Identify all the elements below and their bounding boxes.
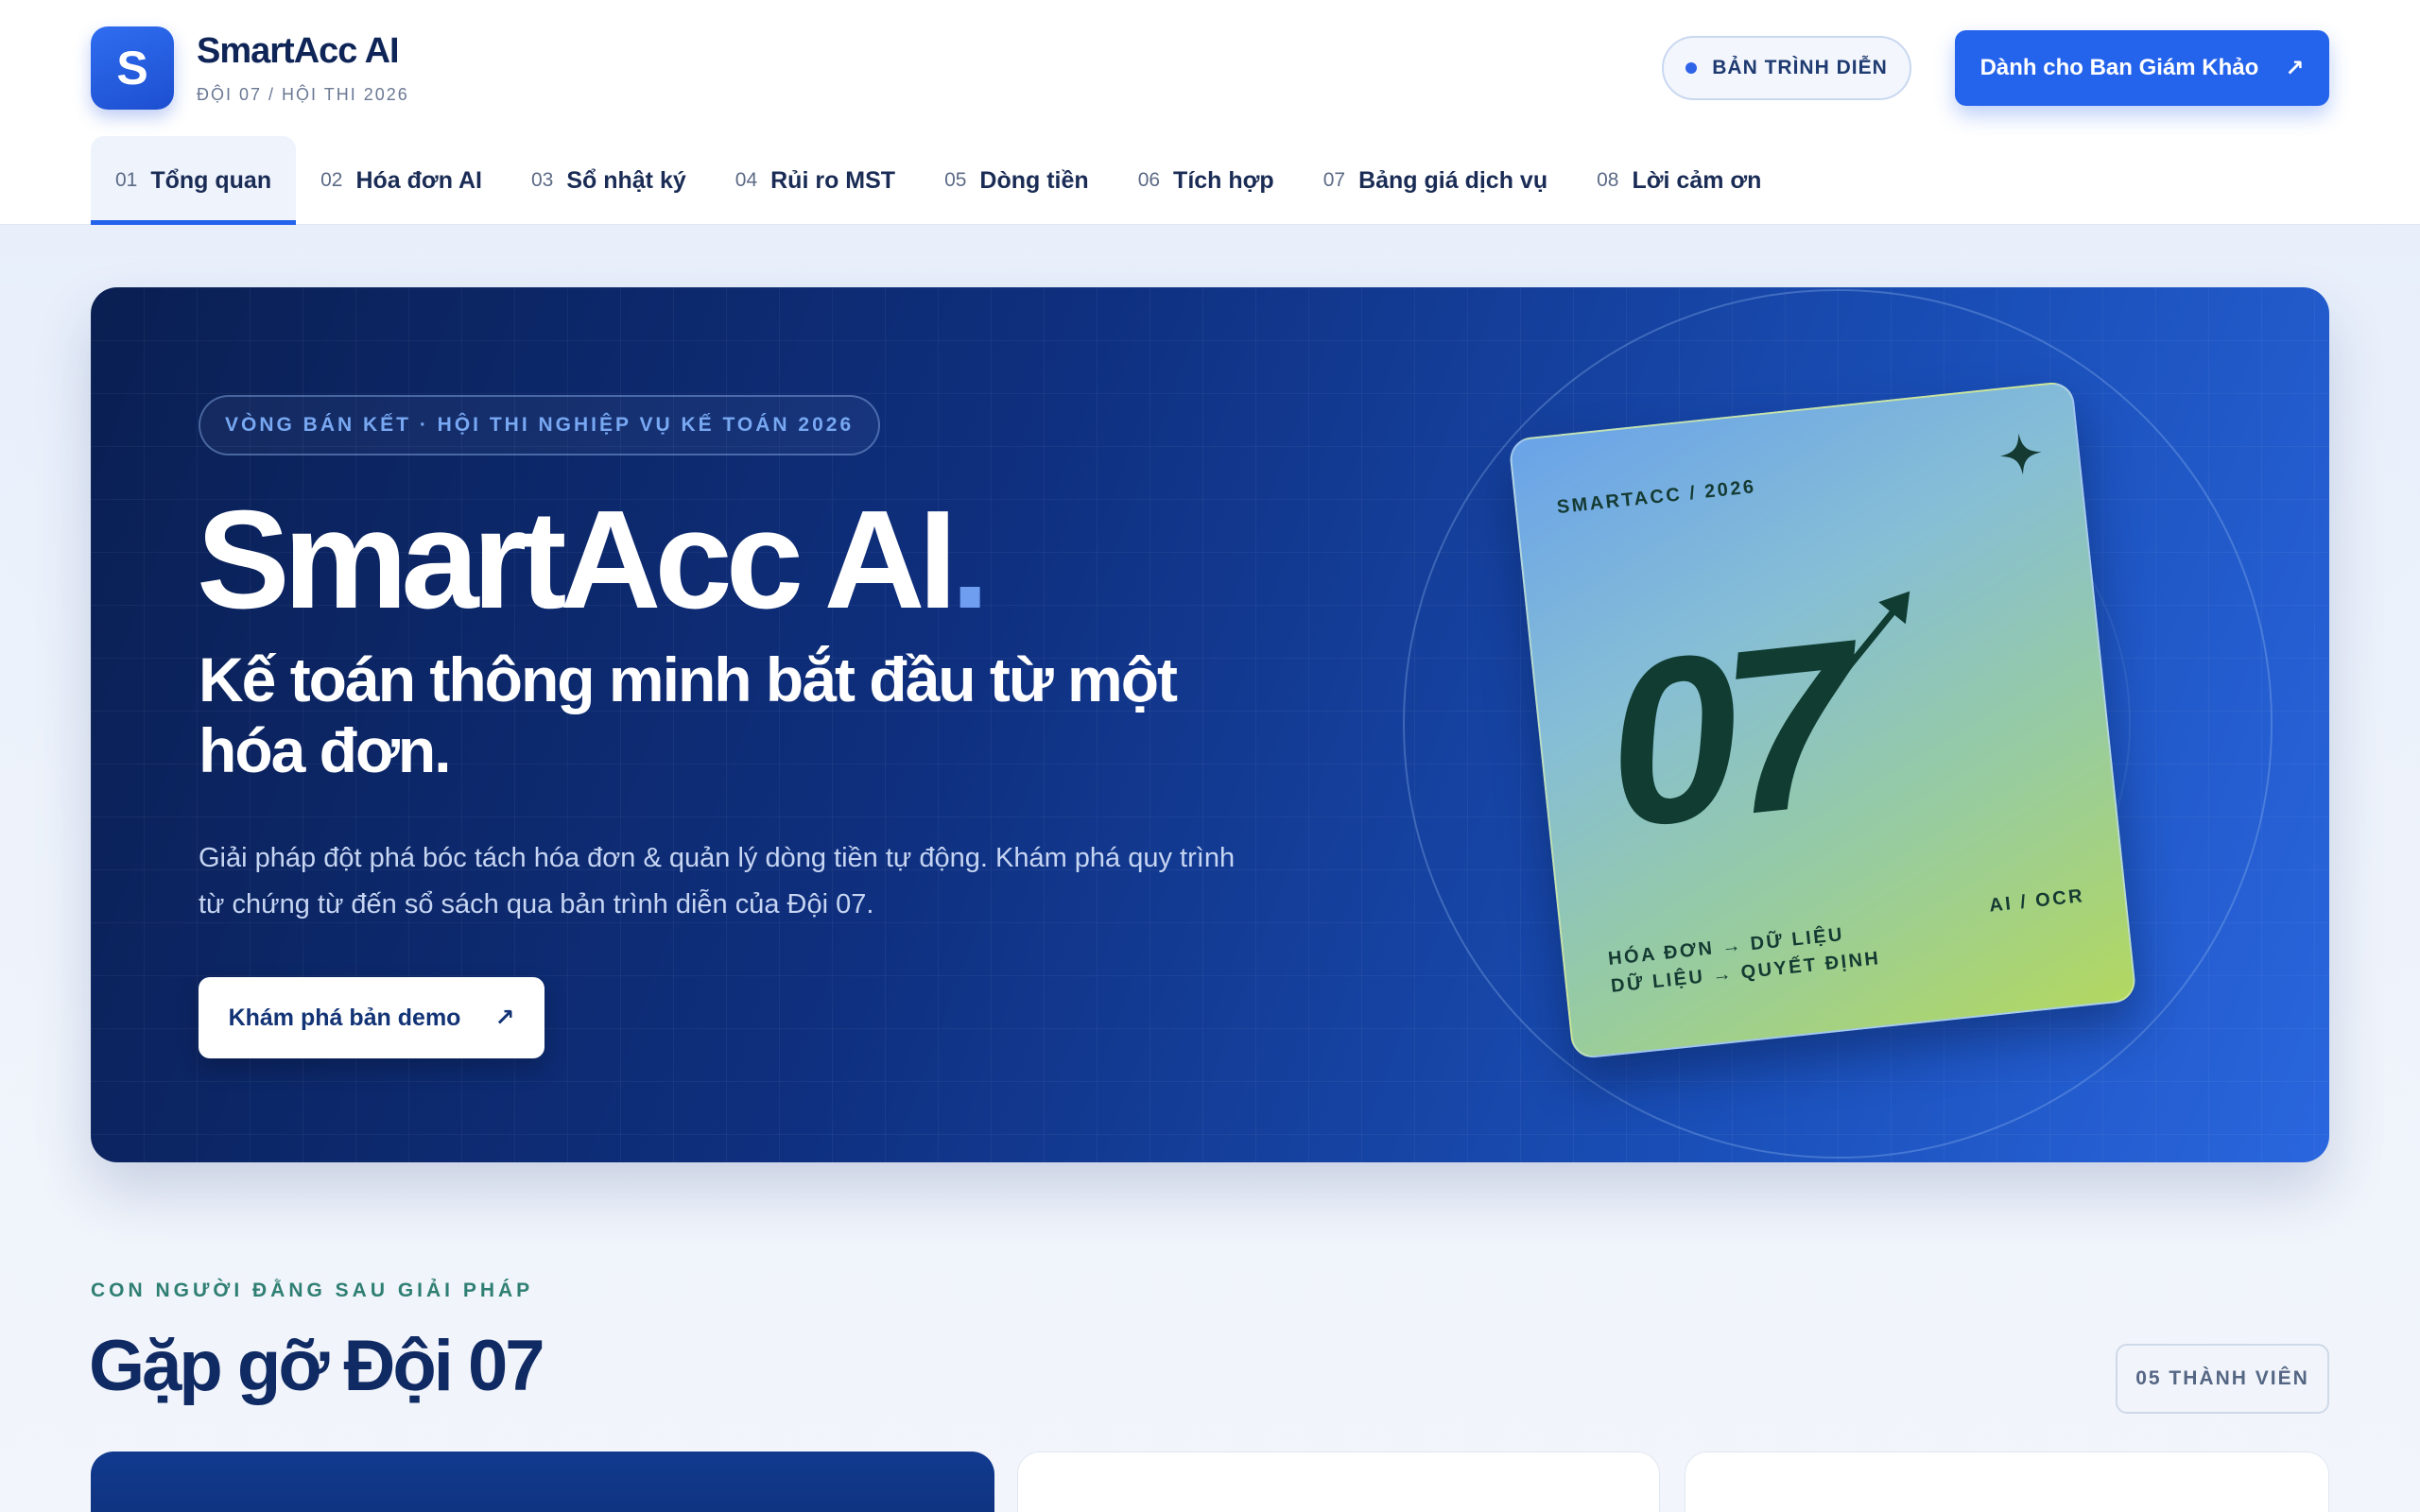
team-card[interactable] — [1017, 1452, 1660, 1512]
nav-tab-label: Tổng quan — [150, 166, 272, 194]
nav-tab-number: 08 — [1597, 169, 1619, 191]
nav-tab-label: Lời cảm ơn — [1632, 166, 1762, 194]
hero-title-text: SmartAcc AI — [197, 482, 958, 638]
nav-tab-number: 01 — [115, 169, 138, 191]
nav-tab-journal[interactable]: 03 Sổ nhật ký — [507, 136, 711, 225]
nav-tab-cashflow[interactable]: 05 Dòng tiền — [920, 136, 1114, 225]
hero-subtitle: Kế toán thông minh bắt đầu từ một hóa đơ… — [199, 644, 1178, 786]
nav-tab-thanks[interactable]: 08 Lời cảm ơn — [1572, 136, 1786, 225]
hero-description: Giải pháp đột phá bóc tách hóa đơn & quả… — [199, 843, 1236, 919]
nav-tab-number: 03 — [530, 169, 554, 191]
nav-tab-label: Hóa đơn AI — [355, 166, 482, 194]
judges-button-label: Dành cho Ban Giám Khảo — [1979, 55, 2259, 80]
judges-button[interactable]: Dành cho Ban Giám Khảo ↗ — [1955, 30, 2329, 106]
brand[interactable]: S SmartAcc AI ĐỘI 07 / HỘI THI 2026 — [91, 26, 409, 110]
card-label-right: AI / OCR — [1988, 885, 2086, 917]
brand-logo: S — [91, 26, 174, 110]
nav-tab-overview[interactable]: 01 Tổng quan — [91, 136, 297, 225]
top-header: S SmartAcc AI ĐỘI 07 / HỘI THI 2026 BẢN … — [0, 0, 2420, 225]
demo-mode-label: BẢN TRÌNH DIỄN — [1712, 57, 1888, 78]
hero-section: VÒNG BÁN KẾT · HỘI THI NGHIỆP VỤ KẾ TOÁN… — [91, 287, 2329, 1162]
team-title: Gặp gỡ Đội 07 — [89, 1326, 545, 1406]
nav-tab-number: 02 — [320, 169, 343, 191]
team-card[interactable] — [1685, 1452, 2329, 1512]
team-card-featured[interactable] — [91, 1452, 994, 1512]
members-count-badge: 05 THÀNH VIÊN — [2116, 1344, 2329, 1414]
hero-title: SmartAcc AI. — [197, 476, 990, 644]
nav-tab-number: 06 — [1137, 169, 1161, 191]
brand-text: SmartAcc AI ĐỘI 07 / HỘI THI 2026 — [197, 31, 409, 105]
nav-tab-label: Bảng giá dịch vụ — [1358, 166, 1548, 194]
card-label-top: SMARTACC / 2026 — [1555, 476, 1757, 519]
team-eyebrow: CON NGƯỜI ĐẰNG SAU GIẢI PHÁP — [91, 1280, 534, 1301]
brand-subtitle: ĐỘI 07 / HỘI THI 2026 — [197, 85, 409, 104]
explore-demo-label: Khám phá bản demo — [228, 1004, 461, 1031]
nav-tab-number: 05 — [944, 169, 967, 191]
nav-tab-number: 04 — [735, 169, 758, 191]
arrow-up-right-icon: ↗ — [2285, 55, 2305, 81]
nav-tab-label: Sổ nhật ký — [566, 166, 686, 194]
nav-tab-label: Rủi ro MST — [770, 166, 896, 194]
status-dot-icon — [1685, 62, 1698, 74]
nav-tab-pricing[interactable]: 07 Bảng giá dịch vụ — [1299, 136, 1572, 225]
nav-tab-number: 07 — [1322, 169, 1346, 191]
nav-tab-tax-risk[interactable]: 04 Rủi ro MST — [711, 136, 920, 225]
arrow-up-right-icon — [1842, 591, 1910, 674]
card-flow-text: HÓA ĐƠN → DỮ LIỆU DỮ LIỆU → QUYẾT ĐỊNH — [1607, 918, 1882, 1001]
team-07-card: SMARTACC / 2026 07 HÓA ĐƠN → DỮ LIỆU DỮ … — [1508, 380, 2137, 1060]
nav-tab-label: Tích hợp — [1173, 166, 1274, 194]
nav-tab-integration[interactable]: 06 Tích hợp — [1114, 136, 1299, 225]
sparkle-icon — [1999, 433, 2042, 475]
hero-tag: VÒNG BÁN KẾT · HỘI THI NGHIỆP VỤ KẾ TOÁN… — [199, 395, 881, 455]
explore-demo-button[interactable]: Khám phá bản demo ↗ — [199, 977, 544, 1058]
main-nav: 01 Tổng quan 02 Hóa đơn AI 03 Sổ nhật ký… — [91, 136, 1786, 225]
demo-mode-pill[interactable]: BẢN TRÌNH DIỄN — [1662, 36, 1911, 100]
brand-name: SmartAcc AI — [197, 31, 400, 71]
nav-tab-ai-invoice[interactable]: 02 Hóa đơn AI — [296, 136, 507, 225]
nav-tab-label: Dòng tiền — [979, 166, 1089, 194]
arrow-up-right-icon: ↗ — [494, 1005, 515, 1031]
card-number: 07 — [1595, 591, 1856, 878]
hero-title-dot: . — [950, 482, 990, 638]
